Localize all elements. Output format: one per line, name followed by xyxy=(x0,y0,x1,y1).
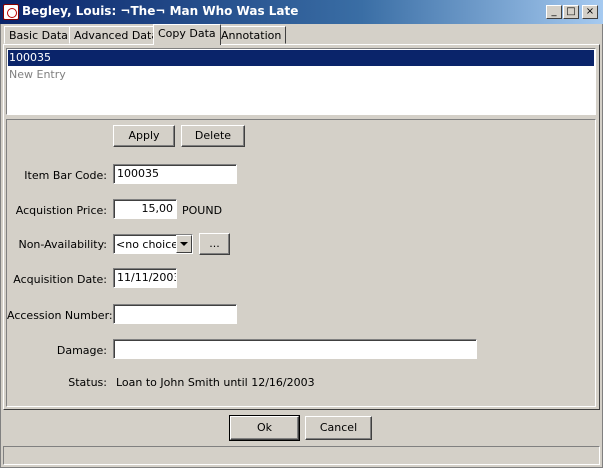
copies-list[interactable]: 100035 New Entry xyxy=(6,48,596,115)
non-availability-more-button[interactable]: ... xyxy=(199,233,230,255)
minimize-button[interactable]: _ xyxy=(546,5,562,19)
item-bar-code-label: Item Bar Code: xyxy=(24,169,107,182)
tab-copy-data[interactable]: Copy Data xyxy=(153,24,221,45)
item-bar-code-field[interactable]: 100035 xyxy=(113,164,237,184)
cancel-button[interactable]: Cancel xyxy=(305,416,372,440)
ok-button[interactable]: Ok xyxy=(229,415,300,441)
tab-advanced-data[interactable]: Advanced Data xyxy=(69,26,164,44)
acquisition-date-field[interactable]: 11/11/2003 xyxy=(113,268,177,288)
list-item[interactable]: New Entry xyxy=(8,67,594,83)
damage-field[interactable] xyxy=(113,339,477,359)
price-unit: POUND xyxy=(182,204,223,217)
acquisition-date-label: Acquisition Date: xyxy=(13,273,107,286)
chevron-down-icon[interactable] xyxy=(176,235,192,253)
copy-form-panel xyxy=(6,119,596,407)
app-icon xyxy=(3,4,19,20)
acquisition-price-label: Acquistion Price: xyxy=(15,204,107,217)
list-item[interactable]: 100035 xyxy=(8,50,594,66)
non-availability-label: Non-Availability: xyxy=(18,238,107,251)
tab-basic-data[interactable]: Basic Data xyxy=(4,26,73,44)
window-title: Begley, Louis: ¬The¬ Man Who Was Late xyxy=(22,4,299,18)
tab-annotation[interactable]: Annotation xyxy=(216,26,287,44)
non-availability-select[interactable]: <no choice> xyxy=(113,234,193,254)
apply-button[interactable]: Apply xyxy=(113,125,175,147)
maximize-button[interactable]: □ xyxy=(563,5,579,19)
delete-button[interactable]: Delete xyxy=(181,125,245,147)
status-bar xyxy=(3,446,600,465)
accession-number-label: Accession Number: xyxy=(7,309,113,322)
status-value: Loan to John Smith until 12/16/2003 xyxy=(116,376,315,389)
accession-number-field[interactable] xyxy=(113,304,237,324)
acquisition-price-field[interactable]: 15,00 xyxy=(113,199,177,219)
title-bar[interactable]: Begley, Louis: ¬The¬ Man Who Was Late _ … xyxy=(0,0,603,24)
close-button[interactable]: × xyxy=(582,5,598,19)
damage-label: Damage: xyxy=(56,344,107,357)
status-label: Status: xyxy=(68,376,107,389)
